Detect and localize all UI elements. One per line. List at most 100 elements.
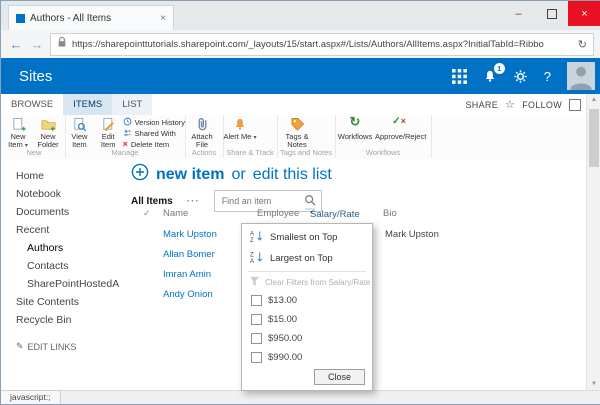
attach-file-label: Attach File (191, 132, 213, 149)
scroll-up-icon[interactable]: ▲ (587, 94, 600, 107)
filter-option-label: $990.00 (268, 352, 303, 363)
approve-reject-button[interactable]: ✓× Approve/Reject (375, 115, 426, 149)
edit-item-button[interactable]: Edit Item (94, 115, 123, 149)
view-item-icon (65, 117, 94, 132)
sidebar-item-home[interactable]: Home (1, 167, 119, 185)
item-name-link[interactable]: Allan Bomer (163, 249, 215, 260)
follow-button[interactable]: FOLLOW (522, 100, 562, 110)
tab-items[interactable]: ITEMS (63, 94, 113, 115)
sort-ascending-label: Smallest on Top (270, 232, 338, 243)
filter-close-button[interactable]: Close (313, 369, 365, 385)
view-item-button[interactable]: View Item (65, 115, 94, 149)
app-launcher-icon[interactable] (451, 68, 467, 84)
forward-icon[interactable]: → (29, 37, 45, 52)
ellipsis-menu-icon[interactable]: ··· (187, 196, 200, 207)
select-all-check-icon[interactable]: ✓ (143, 208, 151, 219)
item-name-link[interactable]: Imran Amin (163, 269, 211, 280)
edit-item-label: Edit Item (100, 132, 116, 149)
shared-with-button[interactable]: Shared With (123, 129, 185, 138)
view-tab-all-items[interactable]: All Items (131, 196, 173, 207)
svg-text:A: A (250, 232, 254, 238)
list-heading: new item or edit this list (131, 163, 332, 186)
column-header-employee[interactable]: Employee (257, 208, 299, 219)
item-name-link[interactable]: Mark Upston (163, 229, 217, 240)
search-input[interactable] (219, 195, 300, 207)
svg-text:Z: Z (250, 253, 254, 259)
column-header-salary[interactable]: Salary/Rate ▾ (305, 208, 360, 220)
user-avatar[interactable] (567, 62, 595, 90)
checkbox[interactable] (251, 314, 262, 325)
salary-filter-menu: AZ Smallest on Top ZA Largest on Top Cle… (241, 223, 373, 391)
sidebar-item-recycle-bin[interactable]: Recycle Bin (1, 311, 119, 329)
checkbox[interactable] (251, 333, 262, 344)
vertical-scrollbar[interactable]: ▲ ▼ (586, 94, 600, 391)
ribbon-group-manage: View Item Edit Item Version History Shar… (65, 115, 186, 158)
close-button[interactable]: × (568, 1, 600, 26)
refresh-icon[interactable]: ↻ (578, 38, 587, 51)
sidebar-item-notebook[interactable]: Notebook (1, 185, 119, 203)
attach-file-button[interactable]: Attach File (185, 115, 219, 149)
workflows-button[interactable]: ↻ Workflows (335, 115, 375, 149)
tab-title: Authors - All Items (30, 13, 112, 24)
share-button[interactable]: SHARE (466, 100, 499, 110)
version-history-button[interactable]: Version History (123, 117, 185, 128)
sharepoint-favicon-icon (16, 14, 25, 23)
filter-option[interactable]: $15.00 (242, 310, 372, 329)
new-item-link[interactable]: new item (156, 166, 224, 184)
filter-option-label: $950.00 (268, 333, 303, 344)
tab-list[interactable]: LIST (112, 94, 153, 115)
filter-option[interactable]: $950.00 (242, 329, 372, 348)
maximize-icon (546, 8, 557, 19)
filter-option[interactable]: $990.00 (242, 348, 372, 367)
tab-browse[interactable]: BROWSE (1, 94, 63, 115)
sidebar-item-authors[interactable]: Authors (1, 239, 119, 257)
column-header-bio[interactable]: Bio (383, 208, 397, 219)
new-item-button[interactable]: New Item ▾ (3, 115, 33, 149)
notifications-bell-icon[interactable]: 1 (483, 62, 505, 84)
help-icon[interactable]: ? (544, 69, 551, 84)
alert-me-button[interactable]: Alert Me ▾ (223, 115, 257, 149)
sidebar-item-documents[interactable]: Documents (1, 203, 119, 221)
browser-tab[interactable]: Authors - All Items × (8, 5, 174, 31)
column-header-name[interactable]: Name (163, 208, 188, 219)
sort-ascending-icon: AZ (250, 230, 263, 245)
tab-close-icon[interactable]: × (160, 13, 166, 24)
group-label-tags-notes: Tags and Notes (279, 148, 333, 157)
minimize-button[interactable]: – (502, 1, 535, 26)
pencil-icon: ✎ (16, 341, 24, 351)
status-text: javascript:; (1, 390, 61, 404)
workflows-label: Workflows (337, 132, 373, 141)
plus-circle-icon (131, 163, 149, 186)
funnel-icon (249, 276, 260, 289)
settings-gear-icon[interactable] (513, 69, 528, 84)
version-history-icon (123, 117, 132, 128)
focus-on-content-icon[interactable] (569, 98, 581, 111)
item-name-link[interactable]: Andy Onion (163, 289, 213, 300)
new-folder-button[interactable]: New Folder (33, 115, 63, 149)
back-icon[interactable]: ← (8, 37, 24, 52)
maximize-button[interactable] (535, 1, 568, 26)
quick-launch-sidebar: Home Notebook Documents Recent Authors C… (1, 159, 119, 391)
scrollbar-thumb[interactable] (589, 109, 599, 167)
filter-option[interactable]: $13.00 (242, 291, 372, 310)
group-label-new: New (26, 148, 42, 157)
follow-star-icon: ☆ (505, 99, 516, 111)
window-controls: – × (502, 1, 600, 26)
clear-filters-label: Clear Filters from Salary/Rate (265, 278, 371, 287)
ribbon-group-share-track: Alert Me ▾ Share & Track (223, 115, 278, 158)
sidebar-item-site-contents[interactable]: Site Contents (1, 293, 119, 311)
sort-descending-item[interactable]: ZA Largest on Top (242, 248, 372, 269)
address-input[interactable]: https://sharepointtutorials.sharepoint.c… (50, 32, 594, 56)
sort-ascending-item[interactable]: AZ Smallest on Top (242, 227, 372, 248)
edit-links-button[interactable]: ✎ EDIT LINKS (1, 341, 119, 352)
tags-notes-button[interactable]: Tags & Notes (277, 115, 317, 149)
checkbox[interactable] (251, 352, 262, 363)
status-bar: javascript:; (1, 390, 600, 404)
checkbox[interactable] (251, 295, 262, 306)
edit-list-link[interactable]: edit this list (253, 166, 332, 184)
approve-reject-icon: ✓× (392, 116, 406, 127)
sidebar-item-contacts[interactable]: Contacts (1, 257, 119, 275)
sidebar-item-sharepointhostedapp[interactable]: SharePointHostedApp (1, 275, 119, 293)
ribbon-group-actions: Attach File Actions (185, 115, 224, 158)
tags-notes-label: Tags & Notes (285, 132, 309, 149)
